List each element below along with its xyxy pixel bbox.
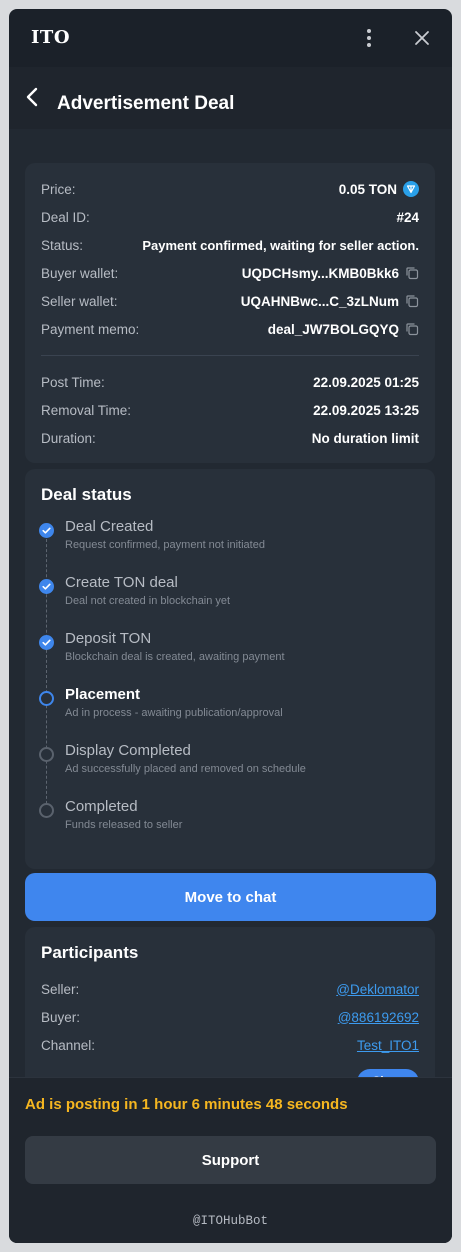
step-subtitle: Ad successfully placed and removed on sc… — [65, 763, 306, 775]
step-title: Placement — [65, 686, 141, 703]
step-title: Deal Created — [65, 518, 154, 535]
memo-value: deal_JW7BOLGQYQ — [267, 321, 399, 337]
duration-label: Duration: — [41, 430, 96, 446]
seller-wallet-row: Seller wallet: UQAHNBwc...C_3zLNum — [41, 290, 419, 312]
back-arrow-icon[interactable] — [21, 85, 45, 109]
status-row: Status: Payment confirmed, waiting for s… — [41, 234, 419, 256]
participants-card: Participants Seller: @Deklomator Buyer: … — [25, 927, 435, 1077]
price-label: Price: — [41, 181, 76, 197]
step-title: Create TON deal — [65, 574, 178, 591]
post-time-value: 22.09.2025 01:25 — [313, 374, 419, 390]
memo-row: Payment memo: deal_JW7BOLGQYQ — [41, 318, 419, 340]
buyer-wallet-row: Buyer wallet: UQDCHsmy...KMB0Bkk6 — [41, 262, 419, 284]
support-button[interactable]: Support — [25, 1136, 436, 1184]
duration-row: Duration: No duration limit — [41, 427, 419, 449]
more-vertical-icon[interactable] — [359, 25, 379, 51]
seller-label: Seller: — [41, 981, 80, 997]
page-header: Advertisement Deal — [9, 67, 452, 129]
status-label: Status: — [41, 237, 84, 253]
deal-status-card: Deal status Deal Created Request confirm… — [25, 469, 435, 869]
active-step-indicator — [39, 691, 54, 706]
check-icon — [39, 523, 54, 538]
deal-id-row: Deal ID: #24 — [41, 206, 419, 228]
show-button[interactable]: Show — [357, 1069, 419, 1077]
check-icon — [39, 635, 54, 650]
page-title: Advertisement Deal — [57, 93, 235, 114]
channel-link[interactable]: Test_ITO1 — [357, 1038, 419, 1053]
step-subtitle: Ad in process - awaiting publication/app… — [65, 707, 283, 719]
bot-name: @ITOHubBot — [192, 1214, 268, 1228]
participants-title: Participants — [41, 943, 139, 962]
deal-info-card: Price: 0.05 TON Deal ID: #24 Status: Pay… — [25, 163, 435, 463]
price-row: Price: 0.05 TON — [41, 178, 419, 200]
content-scroll[interactable]: Price: 0.05 TON Deal ID: #24 Status: Pay… — [9, 129, 452, 1077]
seller-wallet-label: Seller wallet: — [41, 293, 118, 309]
check-icon — [39, 579, 54, 594]
app-window: ITO Advertisement Deal Price: 0.05 TON D… — [9, 9, 452, 1243]
price-value: 0.05 TON — [338, 181, 397, 197]
copy-icon[interactable] — [405, 322, 419, 336]
ton-icon — [403, 181, 419, 197]
buyer-link[interactable]: @886192692 — [338, 1010, 419, 1025]
copy-icon[interactable] — [405, 294, 419, 308]
removal-time-label: Removal Time: — [41, 402, 132, 418]
deal-id-value: #24 — [396, 209, 419, 225]
step-title: Deposit TON — [65, 630, 152, 647]
channel-label: Channel: — [41, 1037, 96, 1053]
divider — [41, 355, 419, 356]
app-title: ITO — [31, 27, 70, 48]
step-subtitle: Request confirmed, payment not initiated — [65, 539, 265, 551]
step-subtitle: Funds released to seller — [65, 819, 183, 831]
timeline-step: Display Completed Ad successfully placed… — [39, 742, 409, 782]
seller-row: Seller: @Deklomator — [41, 978, 419, 1000]
pending-step-indicator — [39, 747, 54, 762]
buyer-wallet-label: Buyer wallet: — [41, 265, 119, 281]
step-title: Display Completed — [65, 742, 191, 759]
seller-link[interactable]: @Deklomator — [336, 982, 419, 997]
buyer-row: Buyer: @886192692 — [41, 1006, 419, 1028]
step-subtitle: Deal not created in blockchain yet — [65, 595, 231, 607]
buyer-label: Buyer: — [41, 1009, 81, 1025]
timeline-step: Completed Funds released to seller — [39, 798, 409, 838]
status-value: Payment confirmed, waiting for seller ac… — [142, 237, 419, 253]
timeline-step: Deal Created Request confirmed, payment … — [39, 518, 409, 558]
pending-step-indicator — [39, 803, 54, 818]
memo-label: Payment memo: — [41, 321, 140, 337]
buyer-wallet-value: UQDCHsmy...KMB0Bkk6 — [241, 265, 399, 281]
move-to-chat-button[interactable]: Move to chat — [25, 873, 436, 921]
close-icon[interactable] — [411, 27, 433, 49]
timeline-step: Create TON deal Deal not created in bloc… — [39, 574, 409, 614]
titlebar: ITO — [9, 9, 452, 67]
deal-id-label: Deal ID: — [41, 209, 90, 225]
copy-icon[interactable] — [405, 266, 419, 280]
posting-countdown: Ad is posting in 1 hour 6 minutes 48 sec… — [25, 1096, 348, 1113]
timeline-step: Deposit TON Blockchain deal is created, … — [39, 630, 409, 670]
removal-time-value: 22.09.2025 13:25 — [313, 402, 419, 418]
step-subtitle: Blockchain deal is created, awaiting pay… — [65, 651, 285, 663]
channel-row: Channel: Test_ITO1 — [41, 1034, 419, 1056]
timeline-step-active: Placement Ad in process - awaiting publi… — [39, 686, 409, 726]
footer: Ad is posting in 1 hour 6 minutes 48 sec… — [9, 1077, 452, 1243]
post-time-label: Post Time: — [41, 374, 105, 390]
deal-status-title: Deal status — [41, 485, 132, 504]
removal-time-row: Removal Time: 22.09.2025 13:25 — [41, 399, 419, 421]
seller-wallet-value: UQAHNBwc...C_3zLNum — [240, 293, 399, 309]
duration-value: No duration limit — [311, 430, 419, 446]
step-title: Completed — [65, 798, 138, 815]
post-time-row: Post Time: 22.09.2025 01:25 — [41, 371, 419, 393]
